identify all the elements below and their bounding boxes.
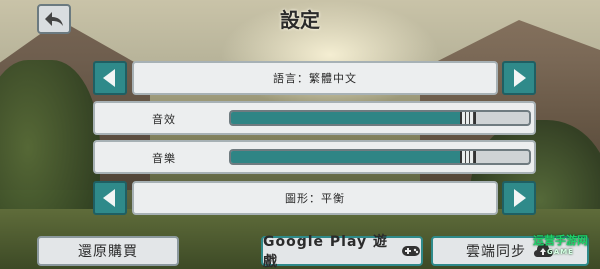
cloud-sync-label: 雲端同步 — [466, 244, 526, 260]
graphics-label: 圖形：平衡 — [285, 192, 345, 205]
watermark: 运营手游网 GAME — [533, 232, 588, 256]
restore-purchases-label: 還原購買 — [78, 244, 138, 260]
chevron-left-icon — [103, 69, 115, 87]
graphics-selector[interactable]: 圖形：平衡 — [132, 181, 498, 215]
sound-label: 音效 — [152, 113, 176, 126]
music-label: 音樂 — [152, 152, 176, 165]
graphics-prev-button[interactable] — [93, 181, 127, 215]
chevron-left-icon — [103, 189, 115, 207]
music-slider[interactable] — [229, 149, 531, 165]
watermark-sub: GAME — [547, 248, 574, 256]
restore-purchases-button[interactable]: 還原購買 — [37, 236, 179, 266]
graphics-next-button[interactable] — [502, 181, 536, 215]
language-label: 語言：繁體中文 — [273, 72, 357, 85]
gamepad-icon — [401, 244, 421, 258]
language-prev-button[interactable] — [93, 61, 127, 95]
google-play-games-label: Google Play 遊戲 — [263, 234, 388, 269]
language-selector[interactable]: 語言：繁體中文 — [132, 61, 498, 95]
sound-slider-thumb[interactable] — [460, 112, 476, 124]
page-title: 設定 — [280, 8, 320, 32]
music-slider-thumb[interactable] — [460, 151, 476, 163]
sound-slider[interactable] — [229, 110, 531, 126]
chevron-right-icon — [514, 189, 526, 207]
watermark-text: 运营手游网 — [533, 234, 588, 247]
sound-slider-fill — [231, 112, 469, 124]
music-slider-fill — [231, 151, 469, 163]
chevron-right-icon — [514, 69, 526, 87]
google-play-games-button[interactable]: Google Play 遊戲 — [261, 234, 423, 269]
language-next-button[interactable] — [502, 61, 536, 95]
